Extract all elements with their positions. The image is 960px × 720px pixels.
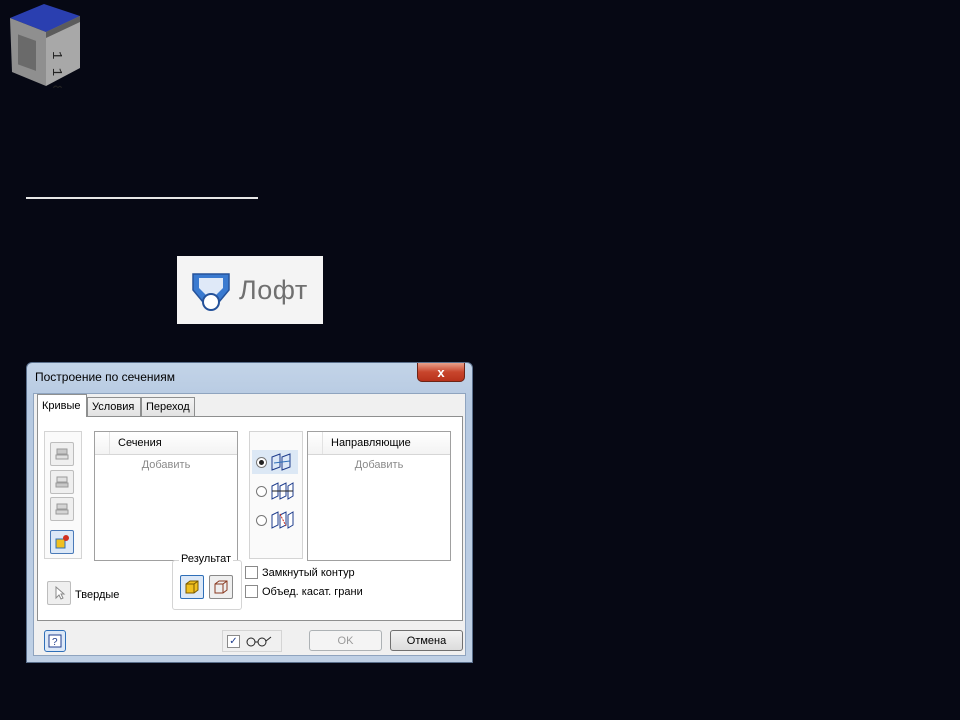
help-icon: ?: [48, 634, 62, 648]
preview-toggle[interactable]: ✓: [222, 630, 282, 652]
result-group: Результат: [172, 553, 242, 610]
guides-header: Направляющие: [331, 437, 411, 449]
ok-button[interactable]: OK: [309, 630, 382, 651]
preview-checkbox[interactable]: ✓: [227, 634, 240, 648]
merge-tangent-checkbox[interactable]: [245, 585, 258, 598]
layer-icon: [55, 503, 69, 515]
logo-icon: 1 1 8: [10, 4, 80, 88]
dialog-title: Построение по сечениям: [35, 370, 175, 384]
tab-transition[interactable]: Переход: [141, 397, 195, 416]
dialog-client: Кривые Условия Переход Сечения Добавить …: [33, 393, 466, 656]
loft-icon: [192, 273, 230, 311]
solid-result-icon: [185, 580, 199, 594]
result-surface-button[interactable]: [209, 575, 233, 599]
merge-tangent-label: Объед. касат. грани: [262, 585, 363, 598]
solid-select-button[interactable]: [47, 581, 71, 605]
guides-list[interactable]: Направляющие Добавить: [307, 431, 451, 561]
tab-curves[interactable]: Кривые: [37, 394, 87, 417]
sections-list[interactable]: Сечения Добавить: [94, 431, 238, 561]
reorder-button[interactable]: [50, 497, 74, 521]
layer-down-icon: [55, 476, 69, 488]
svg-text:?: ?: [52, 637, 58, 648]
result-solid-button[interactable]: [180, 575, 204, 599]
mode-rails-option[interactable]: [252, 450, 298, 474]
cancel-button[interactable]: Отмена: [390, 630, 463, 651]
point-add-icon: [55, 535, 69, 549]
loft-button[interactable]: Лофт: [177, 256, 323, 324]
loft-centerline-icon: [271, 482, 294, 500]
radio-rails[interactable]: [256, 456, 267, 468]
glasses-icon: [246, 636, 272, 647]
surface-result-icon: [214, 580, 228, 594]
heading-underline: [26, 197, 258, 199]
move-up-button[interactable]: [50, 442, 74, 466]
closed-loop-label: Замкнутый контур: [262, 566, 355, 579]
merge-tangent-row[interactable]: Объед. касат. грани: [245, 585, 363, 598]
mode-area-option[interactable]: [252, 508, 298, 532]
closed-loop-checkbox[interactable]: [245, 566, 258, 579]
close-icon: x: [437, 364, 445, 380]
radio-area[interactable]: [256, 514, 267, 526]
mode-centerline-option[interactable]: [252, 479, 298, 503]
left-tool-column: [44, 431, 82, 559]
sections-header: Сечения: [118, 437, 162, 449]
svg-text:1 1 8: 1 1 8: [48, 51, 64, 88]
sections-add[interactable]: Добавить: [95, 459, 237, 471]
layer-up-icon: [55, 448, 69, 460]
loft-mode-options: [249, 431, 303, 559]
tab-conditions[interactable]: Условия: [87, 397, 141, 416]
close-button[interactable]: x: [417, 363, 465, 382]
loft-area-icon: [271, 511, 294, 529]
loft-label: Лофт: [239, 274, 308, 305]
cursor-icon: [55, 586, 66, 600]
tab-panel: Сечения Добавить Направляющие Добавить Т…: [37, 416, 463, 621]
help-button[interactable]: ?: [44, 630, 66, 652]
closed-loop-row[interactable]: Замкнутый контур: [245, 566, 355, 579]
solid-label: Твердые: [75, 589, 120, 601]
loft-dialog: Построение по сечениям x Кривые Условия …: [26, 362, 473, 663]
move-down-button[interactable]: [50, 470, 74, 494]
loft-rails-icon: [271, 453, 291, 471]
guides-add[interactable]: Добавить: [308, 459, 450, 471]
radio-centerline[interactable]: [256, 485, 267, 497]
add-point-button[interactable]: [50, 530, 74, 554]
result-label: Результат: [179, 553, 234, 565]
